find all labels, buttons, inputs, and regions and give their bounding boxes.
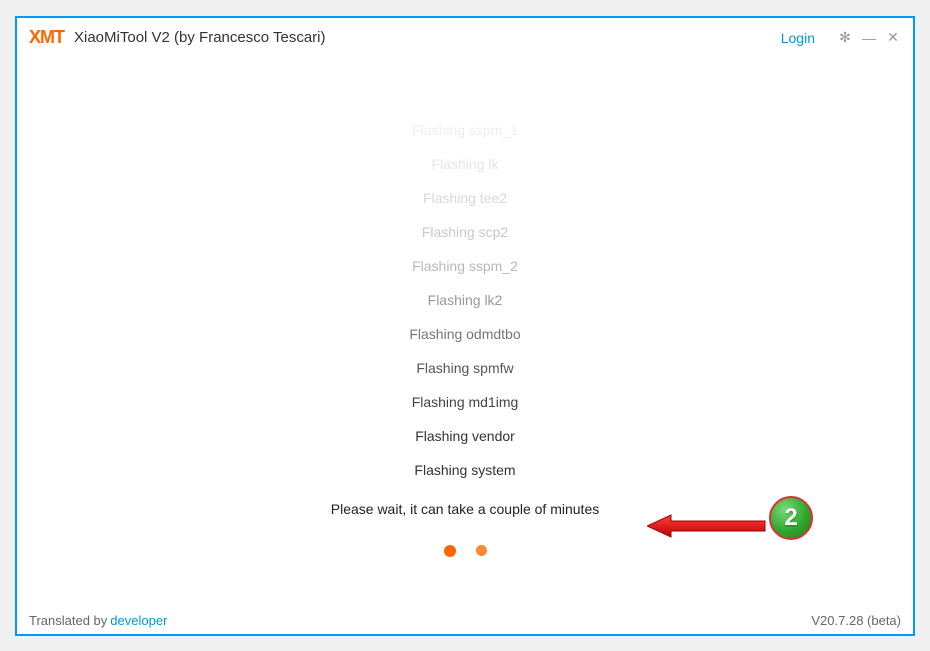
log-line: Flashing lk [432, 156, 499, 172]
translated-by-label: Translated by [29, 613, 107, 628]
loading-dot [444, 545, 456, 557]
minimize-button[interactable]: — [861, 30, 877, 46]
settings-icon[interactable]: ✻ [837, 29, 853, 46]
footer: Translated by developer V20.7.28 (beta) [17, 607, 913, 634]
log-line: Flashing sspm_2 [412, 258, 518, 274]
developer-link[interactable]: developer [110, 613, 167, 628]
log-line: Flashing scp2 [422, 224, 508, 240]
loading-indicator [444, 545, 487, 557]
app-logo: XMT [29, 27, 64, 48]
version-label: V20.7.28 (beta) [811, 613, 901, 628]
titlebar: XMT XiaoMiTool V2 (by Francesco Tescari)… [17, 18, 913, 58]
log-line: Flashing system [414, 462, 515, 478]
app-title: XiaoMiTool V2 (by Francesco Tescari) [74, 29, 325, 46]
log-line: Flashing lk2 [428, 292, 503, 308]
log-line: Flashing spmfw [416, 360, 513, 376]
log-line: Flashing sspm_1 [412, 122, 518, 138]
content-area: Flashing sspm_1 Flashing lk Flashing tee… [17, 58, 913, 607]
login-link[interactable]: Login [781, 30, 815, 46]
status-message: Please wait, it can take a couple of min… [331, 501, 599, 517]
log-line: Flashing tee2 [423, 190, 507, 206]
log-line: Flashing vendor [415, 428, 515, 444]
log-line: Flashing md1img [412, 394, 519, 410]
app-window: XMT XiaoMiTool V2 (by Francesco Tescari)… [15, 16, 915, 636]
log-line: Flashing odmdtbo [409, 326, 520, 342]
loading-dot [476, 545, 487, 556]
close-button[interactable]: ✕ [885, 29, 901, 46]
